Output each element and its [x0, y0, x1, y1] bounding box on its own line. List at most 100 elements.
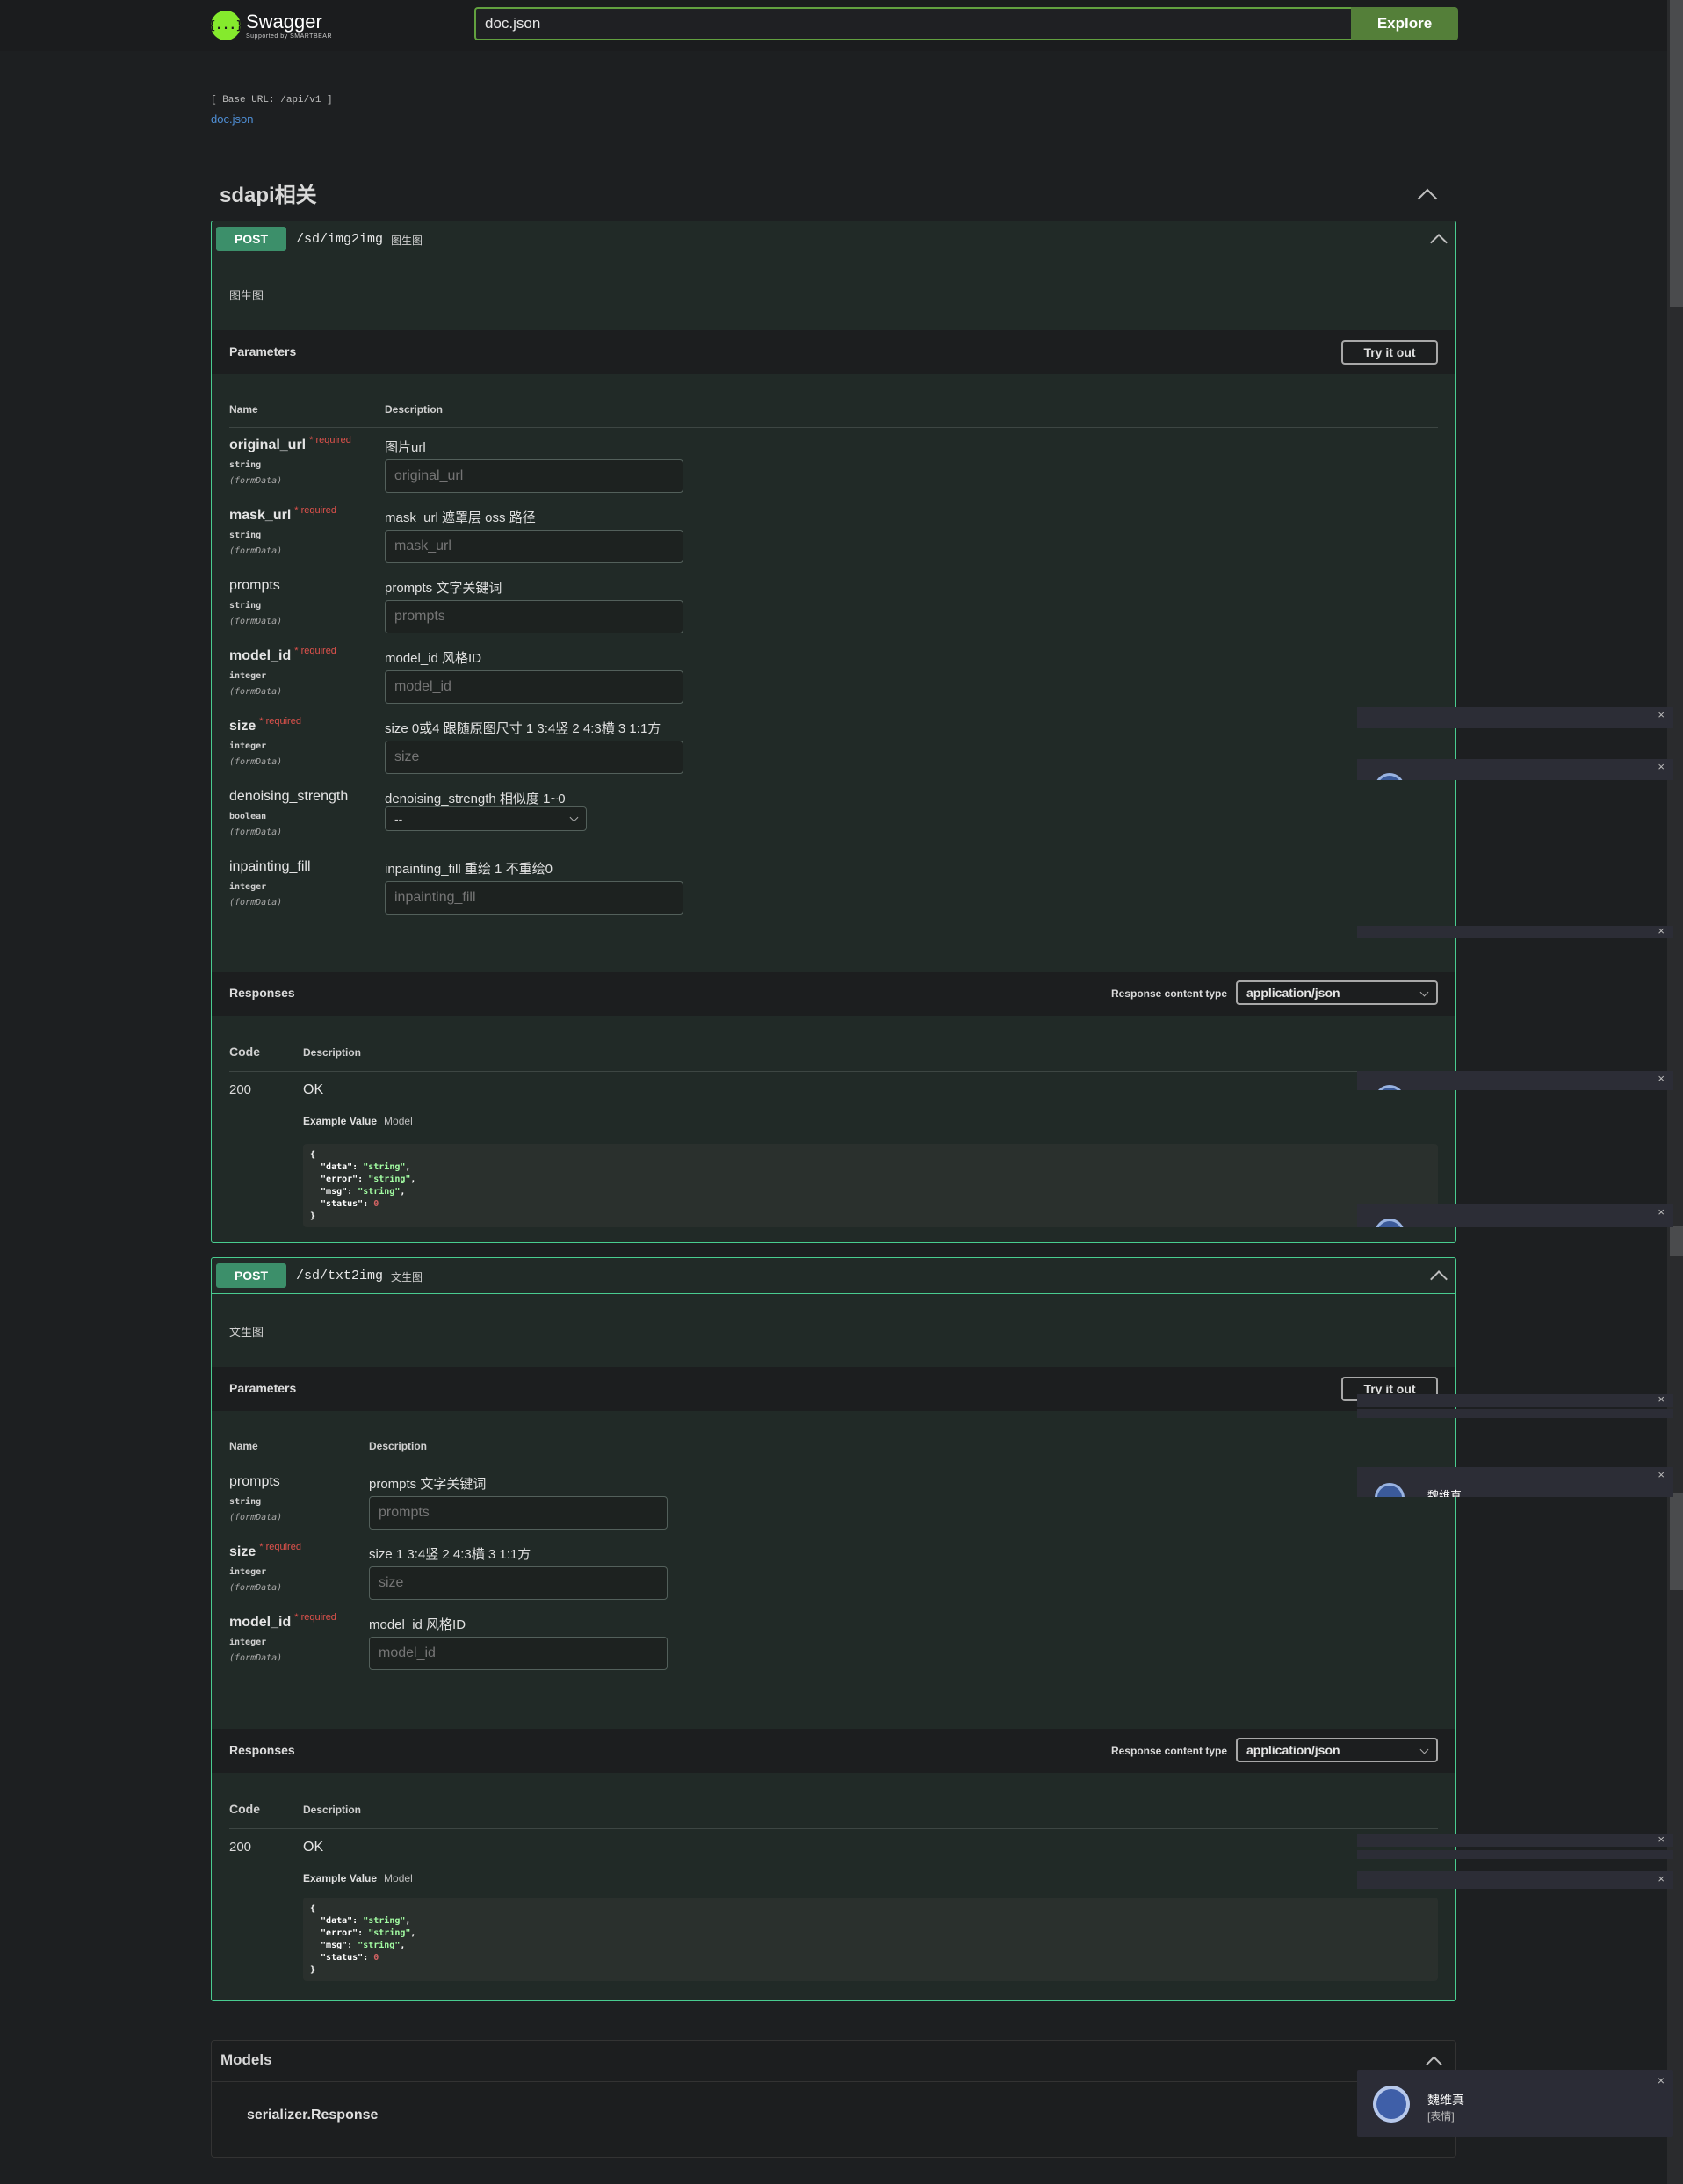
size-input[interactable] [385, 741, 683, 774]
model-tab[interactable]: Model [384, 1872, 413, 1884]
responses-title: Responses [229, 986, 295, 1000]
response-description: OK [303, 1840, 324, 1855]
notification-strip[interactable] [1357, 1850, 1673, 1859]
required-label: * required [294, 1612, 336, 1623]
operation-img2img: POST /sd/img2img 图生图 图生图 Parameters Try … [211, 221, 1456, 1243]
notification-strip[interactable] [1357, 1409, 1673, 1418]
denoising-strength-select[interactable]: -- [385, 806, 587, 831]
model-item[interactable]: serializer.Response [247, 2108, 378, 2123]
parameters-header: Parameters Try it out [212, 330, 1455, 374]
col-code: Code [229, 1045, 260, 1059]
json-sep: , [400, 1187, 406, 1197]
notification-strip[interactable]: × [1357, 1204, 1673, 1227]
doc-json-link[interactable]: doc.json [211, 112, 253, 126]
param-in: (formData) [229, 1513, 283, 1522]
param-name: model_id * required [229, 646, 336, 663]
close-icon[interactable]: × [1658, 1392, 1665, 1406]
operation-txt2img: POST /sd/txt2img 文生图 文生图 Parameters Try … [211, 1257, 1456, 2001]
tag-title[interactable]: sdapi相关 [220, 177, 317, 208]
param-description: 图片url [385, 440, 426, 455]
model-tab[interactable]: Model [384, 1115, 413, 1127]
notification-strip[interactable]: × [1357, 1871, 1673, 1889]
response-content-type-select[interactable]: application/json [1236, 1738, 1438, 1762]
scrollbar-thumb[interactable] [1670, 1226, 1683, 1256]
param-in: (formData) [229, 546, 283, 556]
param-name: denoising_strength [229, 789, 349, 804]
col-name: Name [229, 403, 258, 416]
close-icon[interactable]: × [1658, 708, 1665, 721]
example-json: { "data": "string", "error": "string", "… [303, 1898, 1438, 1981]
operation-summary[interactable]: POST /sd/img2img 图生图 [212, 221, 1455, 257]
close-icon[interactable]: × [1658, 760, 1665, 773]
param-name: model_id * required [229, 1612, 336, 1630]
close-icon[interactable]: × [1658, 1468, 1665, 1481]
inpainting-fill-input[interactable] [385, 881, 683, 915]
param-description: denoising_strength 相似度 1~0 [385, 792, 566, 806]
notification-strip[interactable]: × [1357, 924, 1673, 938]
example-value-tab[interactable]: Example Value [303, 1115, 377, 1127]
base-url: [ Base URL: /api/v1 ] [211, 95, 333, 105]
close-icon[interactable]: × [1658, 2073, 1665, 2087]
response-description: OK [303, 1082, 324, 1097]
chevron-up-icon[interactable] [1430, 1270, 1448, 1288]
param-in: (formData) [229, 828, 283, 837]
top-bar: {...} Swagger Supported by SMARTBEAR Exp… [0, 0, 1667, 51]
col-description: Description [303, 1804, 362, 1816]
divider [229, 427, 1438, 428]
method-badge: POST [216, 227, 286, 251]
param-name: inpainting_fill [229, 859, 311, 874]
close-icon[interactable]: × [1658, 1072, 1665, 1085]
param-in: (formData) [229, 476, 283, 486]
original-url-input[interactable] [385, 459, 683, 493]
param-description: inpainting_fill 重绘 1 不重绘0 [385, 862, 553, 877]
chevron-up-icon[interactable] [1417, 188, 1438, 209]
models-title[interactable]: Models [220, 2051, 272, 2069]
responses-header: Responses Response content type applicat… [212, 972, 1455, 1016]
model-id-input[interactable] [369, 1637, 668, 1670]
chevron-up-icon[interactable] [1430, 234, 1448, 251]
scrollbar-thumb[interactable] [1670, 0, 1683, 307]
close-icon[interactable]: × [1658, 1872, 1665, 1885]
try-it-out-button[interactable]: Try it out [1341, 340, 1438, 365]
notification-strip[interactable]: × [1357, 759, 1673, 780]
prompts-input[interactable] [369, 1496, 668, 1530]
chat-notification[interactable]: 魏维真 [表情] × [1357, 2070, 1673, 2137]
json-sep: , [410, 1928, 416, 1938]
spec-url-input[interactable] [474, 7, 1351, 40]
param-type: integer [229, 1567, 267, 1577]
swagger-logo[interactable]: {...} Swagger Supported by SMARTBEAR [208, 7, 332, 44]
notification-strip[interactable]: × [1357, 1392, 1673, 1407]
response-content-type-label: Response content type [1110, 1745, 1227, 1757]
close-icon[interactable]: × [1658, 924, 1665, 937]
param-in: (formData) [229, 687, 283, 697]
operation-description: 文生图 [229, 1326, 264, 1339]
close-icon[interactable]: × [1658, 1833, 1665, 1846]
param-description: size 1 3:4竖 2 4:3横 3 1:1方 [369, 1547, 531, 1562]
json-key: "error": [310, 1175, 369, 1184]
param-type: integer [229, 671, 267, 681]
notification-strip[interactable]: × [1357, 1833, 1673, 1847]
notification-strip[interactable]: 魏维真 × [1357, 1467, 1673, 1497]
json-key: "error": [310, 1928, 369, 1938]
prompts-input[interactable] [385, 600, 683, 633]
json-brace: } [310, 1965, 316, 1975]
close-icon[interactable]: × [1658, 1205, 1665, 1219]
example-value-tab[interactable]: Example Value [303, 1872, 377, 1884]
example-tabs: Example Value Model [303, 1115, 413, 1127]
example-tabs: Example Value Model [303, 1872, 413, 1884]
explore-button[interactable]: Explore [1351, 7, 1458, 40]
notification-strip[interactable]: × [1357, 1071, 1673, 1090]
param-description: model_id 风格ID [369, 1617, 466, 1632]
param-in: (formData) [229, 757, 283, 767]
operation-summary[interactable]: POST /sd/txt2img 文生图 [212, 1258, 1455, 1294]
size-input[interactable] [369, 1566, 668, 1600]
avatar [1373, 2086, 1410, 2123]
model-id-input[interactable] [385, 670, 683, 704]
mask-url-input[interactable] [385, 530, 683, 563]
avatar [1375, 1085, 1405, 1090]
json-value: "string" [358, 1941, 401, 1950]
scrollbar-thumb[interactable] [1670, 1493, 1683, 1590]
json-key: "msg": [310, 1187, 358, 1197]
response-content-type-select[interactable]: application/json [1236, 980, 1438, 1005]
notification-strip[interactable]: × [1357, 707, 1673, 728]
